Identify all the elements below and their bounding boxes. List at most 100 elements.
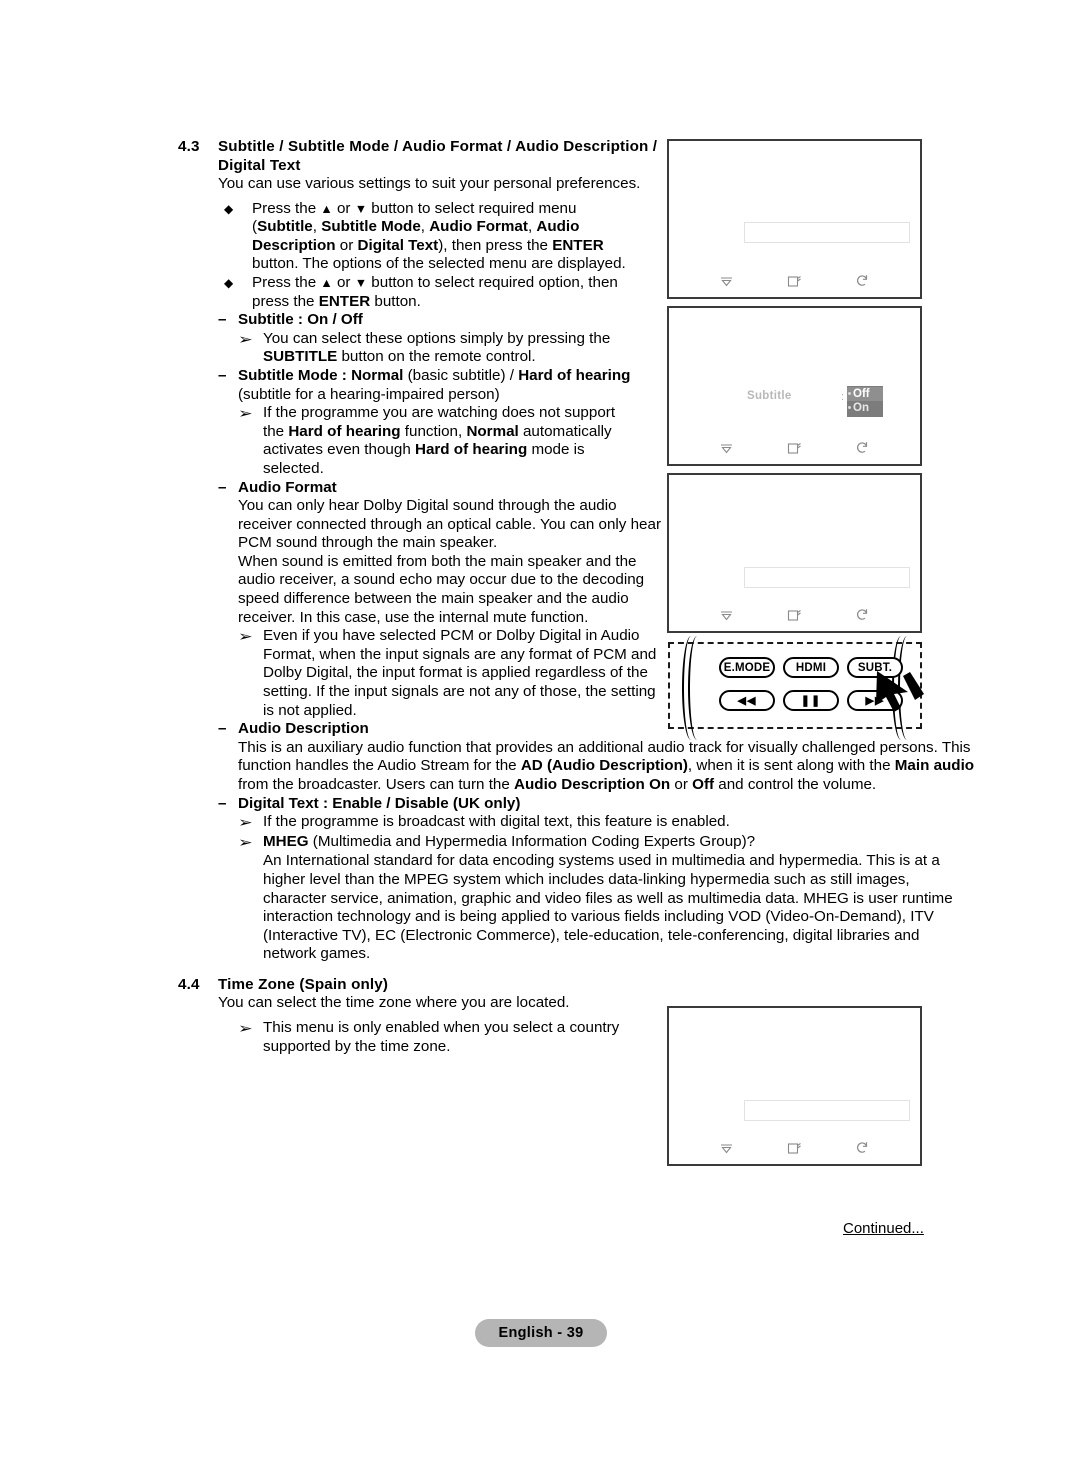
bullet1-suffix: button to select required menu: [367, 199, 577, 217]
subtitle-options-dropdown[interactable]: Off On: [847, 386, 883, 417]
menu-row-placeholder[interactable]: [744, 222, 910, 243]
remote-button-pause[interactable]: ❚❚: [783, 690, 839, 711]
move-down-icon: [716, 439, 738, 457]
diamond-bullet-icon: ◆: [224, 275, 234, 290]
ad-part5: and control the volume.: [714, 776, 877, 793]
return-icon: [852, 272, 874, 290]
value-normal-paren: (basic subtitle) /: [403, 366, 519, 384]
item-audio-description-label: Audio Description: [238, 720, 369, 738]
dash-bullet-icon: –: [218, 720, 227, 738]
ad-part3: from the broadcaster. Users can turn the: [238, 776, 515, 793]
return-icon: [852, 606, 874, 624]
screen-footer-icons: [669, 605, 920, 625]
item-subtitle-values: On / Off: [307, 311, 363, 329]
value-normal: Normal: [351, 366, 404, 384]
enter-icon: [784, 1139, 806, 1157]
remote-button-rewind[interactable]: ◀◀: [719, 690, 775, 711]
note-subtitle-line2: button on the remote control.: [337, 348, 536, 366]
diamond-bullet-icon: ◆: [224, 201, 234, 216]
item-subtitle-mode-label: Subtitle Mode: [238, 366, 338, 384]
menu-row-placeholder[interactable]: [744, 1100, 910, 1121]
hoh-bold-1: Hard of hearing: [288, 422, 401, 440]
bullet2-suffix: button to select required option, then: [367, 273, 618, 291]
bullet1-prefix: Press the: [252, 199, 321, 217]
item-digital-text-sep: :: [318, 794, 333, 812]
item-digital-text-label: Digital Text: [238, 794, 319, 812]
note-hard-of-hearing-text: If the programme you are watching does n…: [263, 404, 663, 478]
remote-button-hdmi[interactable]: HDMI: [783, 657, 839, 678]
item-audio-format-label: Audio Format: [238, 478, 337, 496]
subtitle-colon: :: [841, 391, 845, 403]
ad-part2: , when it is sent along with the: [687, 757, 895, 775]
hoh-note-line3a: activates even though: [263, 441, 415, 459]
item-digital-text: – Digital Text : Enable / Disable (UK on…: [218, 795, 938, 814]
menu-row-placeholder[interactable]: [744, 567, 910, 588]
remote-button-emode[interactable]: E.MODE: [719, 657, 775, 678]
section-4-4-heading: 4.4 Time Zone (Spain only): [178, 976, 938, 995]
screen-footer-icons: [669, 271, 920, 291]
continued-label: Continued...: [843, 1220, 924, 1237]
enter-button-name: ENTER: [318, 292, 371, 310]
menu-name-digital-text: Digital Text: [357, 236, 439, 254]
dash-bullet-icon: –: [218, 311, 227, 329]
section-4-3-intro: You can use various settings to suit you…: [218, 175, 641, 192]
note-subtitle-shortcut-text: You can select these options simply by p…: [263, 330, 663, 367]
section-4-4-number: 4.4: [178, 975, 200, 993]
screen-timezone: [667, 1006, 922, 1166]
audio-description-bold: Audio Description: [514, 776, 645, 793]
mheg-acronym: MHEG: [263, 832, 309, 850]
enter-button-name: ENTER: [552, 236, 604, 254]
arrow-bullet-icon: ➢: [238, 628, 253, 645]
item-digital-text-values: Enable / Disable (UK only): [332, 794, 521, 812]
note-subtitle-line1: You can select these options simply by p…: [263, 329, 611, 347]
hoh-note-line2a: the: [263, 422, 289, 440]
section-4-4-intro: You can select the time zone where you a…: [218, 994, 570, 1012]
option-off[interactable]: Off: [847, 387, 883, 401]
note-digital-text-enabled: ➢ If the programme is broadcast with dig…: [238, 813, 938, 833]
on-bold: On: [649, 776, 671, 793]
item-subtitle-mode-text: Subtitle Mode : Normal (basic subtitle) …: [238, 367, 673, 404]
move-down-icon: [716, 272, 738, 290]
note-mheg-text: MHEG (Multimedia and Hypermedia Informat…: [263, 833, 938, 852]
ad-term-bold: AD (Audio Description): [520, 757, 688, 775]
item-subtitle-mode-sep: :: [337, 366, 352, 384]
mheg-expansion: (Multimedia and Hypermedia Information C…: [308, 832, 756, 850]
note-time-zone-text: This menu is only enabled when you selec…: [263, 1019, 620, 1055]
bullet2-or: or: [332, 273, 355, 291]
arrow-bullet-icon: ➢: [238, 1020, 253, 1037]
item-subtitle-mode-subnote: (subtitle for a hearing-impaired person): [238, 385, 500, 403]
dash-bullet-icon: –: [218, 366, 227, 384]
hoh-note-line2c: automatically: [518, 422, 612, 440]
hoh-bold-2: Hard of hearing: [414, 441, 528, 459]
bullet-press-updown-option-text: Press the ▲ or ▼ button to select requir…: [252, 274, 667, 311]
section-4-3-number: 4.3: [178, 138, 200, 155]
audio-format-paragraph-2: When sound is emitted from both the main…: [238, 552, 645, 626]
arrow-bullet-icon: ➢: [238, 833, 253, 850]
return-icon: [852, 1139, 874, 1157]
menu-name-audio-format: Audio Format: [429, 218, 528, 236]
screen-menu-2: [667, 473, 922, 633]
item-subtitle-label: Subtitle: [238, 311, 294, 329]
move-down-icon: [716, 606, 738, 624]
bullet2-prefix: Press the: [252, 273, 321, 291]
note-audio-format-text: Even if you have selected PCM or Dolby D…: [263, 627, 657, 719]
document-page: 4.3 Subtitle / Subtitle Mode / Audio For…: [0, 0, 1080, 1464]
arrow-bullet-icon: ➢: [238, 330, 253, 347]
option-on[interactable]: On: [847, 401, 883, 415]
off-bold: Off: [692, 776, 715, 793]
audio-format-paragraph-1: You can only hear Dolby Digital sound th…: [238, 497, 662, 552]
ad-part4: or: [670, 776, 693, 793]
note-mheg: ➢ MHEG (Multimedia and Hypermedia Inform…: [238, 833, 938, 853]
hoh-note-line4: selected.: [263, 459, 324, 477]
screen-footer-icons: [669, 1138, 920, 1158]
item-digital-text-text: Digital Text : Enable / Disable (UK only…: [238, 795, 938, 814]
hoh-note-line1: If the programme you are watching does n…: [263, 404, 616, 422]
mheg-description: An International standard for data encod…: [263, 852, 953, 963]
value-hard-of-hearing: Hard of hearing: [518, 366, 631, 384]
arrow-bullet-icon: ➢: [238, 814, 253, 831]
note-digital-text-enabled-text: If the programme is broadcast with digit…: [263, 813, 730, 831]
bullet2-button: button.: [370, 292, 421, 310]
screen-subtitle: Subtitle : Off On: [667, 306, 922, 466]
hoh-note-line3b: mode is: [527, 441, 585, 459]
hoh-note-line2b: function,: [400, 422, 467, 440]
